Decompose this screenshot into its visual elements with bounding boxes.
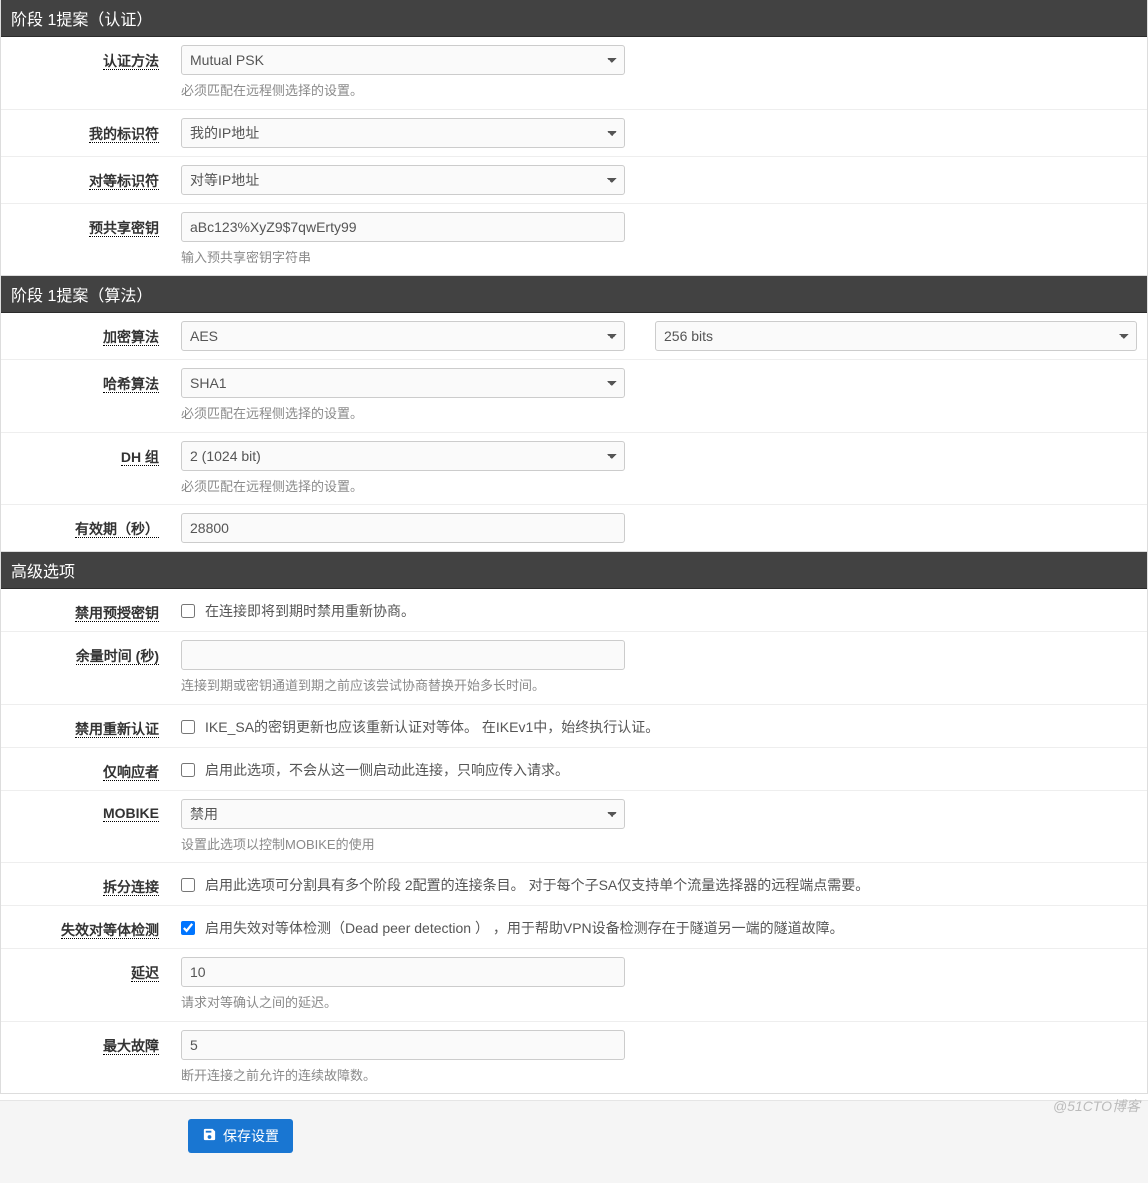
label-dpd-maxfail: 最大故障 xyxy=(1,1030,177,1086)
label-split-conn: 拆分连接 xyxy=(1,871,177,897)
panel-advanced: 高级选项 禁用预授密钥 在连接即将到期时禁用重新协商。 余量时间 (秒) 连接到… xyxy=(0,552,1148,1094)
preshared-key-input[interactable] xyxy=(181,212,625,242)
disable-rekey-desc: 在连接即将到期时禁用重新协商。 xyxy=(205,601,415,621)
disable-rekey-checkbox[interactable] xyxy=(181,604,195,618)
disable-reauth-checkbox[interactable] xyxy=(181,720,195,734)
panel-heading-advanced: 高级选项 xyxy=(1,552,1147,589)
watermark: @51CTO博客 xyxy=(1053,1096,1140,1116)
panel-phase1-algo: 阶段 1提案（算法） 加密算法 AES 256 bits 哈希算法 SHA1 必… xyxy=(0,276,1148,552)
save-button-label: 保存设置 xyxy=(223,1126,279,1146)
my-identifier-select[interactable]: 我的IP地址 xyxy=(181,118,625,148)
hash-help: 必须匹配在远程侧选择的设置。 xyxy=(181,404,1137,424)
hash-algo-select[interactable]: SHA1 xyxy=(181,368,625,398)
encryption-algo-select[interactable]: AES xyxy=(181,321,625,351)
dpd-enable-checkbox[interactable] xyxy=(181,921,195,935)
responder-only-desc: 启用此选项，不会从这一侧启动此连接，只响应传入请求。 xyxy=(205,760,569,780)
label-lifetime: 有效期（秒） xyxy=(1,513,177,543)
split-conn-checkbox[interactable] xyxy=(181,878,195,892)
mobike-help: 设置此选项以控制MOBIKE的使用 xyxy=(181,835,1137,855)
label-preshared-key: 预共享密钥 xyxy=(1,212,177,268)
label-responder-only: 仅响应者 xyxy=(1,756,177,782)
auth-method-select[interactable]: Mutual PSK xyxy=(181,45,625,75)
responder-only-checkbox[interactable] xyxy=(181,763,195,777)
save-button[interactable]: 保存设置 xyxy=(188,1119,293,1153)
dpd-delay-help: 请求对等确认之间的延迟。 xyxy=(181,993,1137,1013)
margintime-input[interactable] xyxy=(181,640,625,670)
dh-group-help: 必须匹配在远程侧选择的设置。 xyxy=(181,477,1137,497)
encryption-keylen-select[interactable]: 256 bits xyxy=(655,321,1137,351)
panel-heading-phase1-auth: 阶段 1提案（认证） xyxy=(1,0,1147,37)
peer-identifier-select[interactable]: 对等IP地址 xyxy=(181,165,625,195)
auth-method-help: 必须匹配在远程侧选择的设置。 xyxy=(181,81,1137,101)
label-hash: 哈希算法 xyxy=(1,368,177,424)
dh-group-select[interactable]: 2 (1024 bit) xyxy=(181,441,625,471)
dpd-delay-input[interactable] xyxy=(181,957,625,987)
dpd-maxfail-help: 断开连接之前允许的连续故障数。 xyxy=(181,1066,1137,1086)
label-peer-identifier: 对等标识符 xyxy=(1,165,177,195)
split-conn-desc: 启用此选项可分割具有多个阶段 2配置的连接条目。 对于每个子SA仅支持单个流量选… xyxy=(205,875,869,895)
save-row: 保存设置 xyxy=(0,1100,1148,1183)
dpd-maxfail-input[interactable] xyxy=(181,1030,625,1060)
label-auth-method: 认证方法 xyxy=(1,45,177,101)
label-dh-group: DH 组 xyxy=(1,441,177,497)
label-disable-reauth: 禁用重新认证 xyxy=(1,713,177,739)
save-icon xyxy=(202,1127,217,1145)
panel-heading-phase1-algo: 阶段 1提案（算法） xyxy=(1,276,1147,313)
dpd-enable-desc: 启用失效对等体检测（Dead peer detection ） ，用于帮助VPN… xyxy=(205,918,844,938)
label-dpd-delay: 延迟 xyxy=(1,957,177,1013)
preshared-key-help: 输入预共享密钥字符串 xyxy=(181,248,1137,268)
label-mobike: MOBIKE xyxy=(1,799,177,855)
label-margintime: 余量时间 (秒) xyxy=(1,640,177,696)
margintime-help: 连接到期或密钥通道到期之前应该尝试协商替换开始多长时间。 xyxy=(181,676,1137,696)
lifetime-input[interactable] xyxy=(181,513,625,543)
panel-phase1-auth: 阶段 1提案（认证） 认证方法 Mutual PSK 必须匹配在远程侧选择的设置… xyxy=(0,0,1148,276)
label-dpd-enable: 失效对等体检测 xyxy=(1,914,177,940)
label-encryption: 加密算法 xyxy=(1,321,177,351)
disable-reauth-desc: IKE_SA的密钥更新也应该重新认证对等体。 在IKEv1中，始终执行认证。 xyxy=(205,717,659,737)
mobike-select[interactable]: 禁用 xyxy=(181,799,625,829)
label-disable-rekey: 禁用预授密钥 xyxy=(1,597,177,623)
label-my-identifier: 我的标识符 xyxy=(1,118,177,148)
